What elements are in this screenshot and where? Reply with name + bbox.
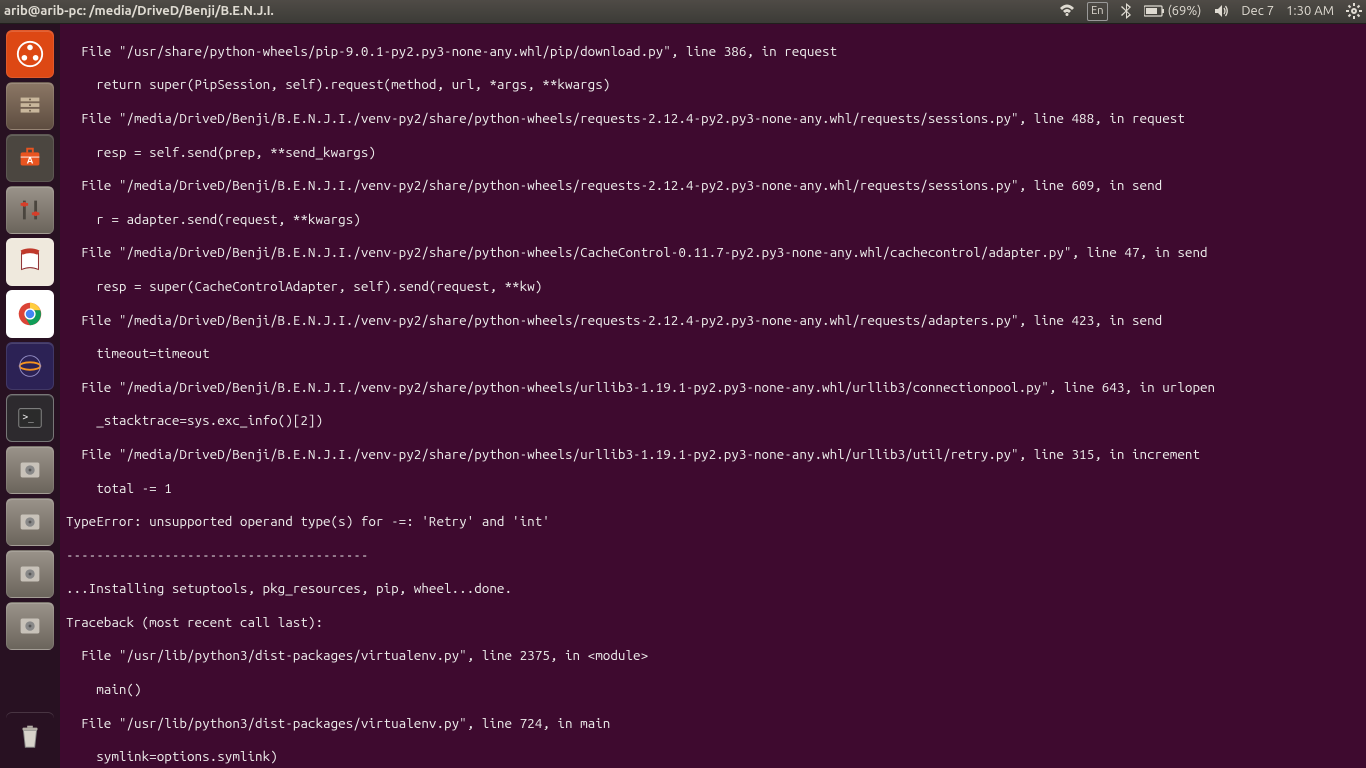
- launcher-terminal[interactable]: >_: [6, 394, 54, 442]
- trace-line: return super(PipSession, self).request(m…: [66, 76, 1360, 93]
- trace-line: resp = self.send(prep, **send_kwargs): [66, 144, 1360, 161]
- trace-line: symlink=options.symlink): [66, 748, 1360, 765]
- time-indicator[interactable]: 1:30 AM: [1286, 3, 1334, 20]
- trace-line: File "/usr/lib/python3/dist-packages/vir…: [66, 647, 1360, 664]
- trace-line: r = adapter.send(request, **kwargs): [66, 211, 1360, 228]
- gear-icon[interactable]: [1346, 3, 1362, 19]
- svg-text:>_: >_: [23, 412, 35, 423]
- trace-line: File "/media/DriveD/Benji/B.E.N.J.I./ven…: [66, 446, 1360, 463]
- trace-line: main(): [66, 681, 1360, 698]
- trace-line: total -= 1: [66, 480, 1360, 497]
- indicator-area: En (69%) Dec 7 1:30 AM: [1059, 2, 1362, 21]
- launcher-files[interactable]: [6, 82, 54, 130]
- trace-line: ----------------------------------------: [66, 547, 1360, 564]
- trace-line: File "/media/DriveD/Benji/B.E.N.J.I./ven…: [66, 379, 1360, 396]
- trace-line: TypeError: unsupported operand type(s) f…: [66, 513, 1360, 530]
- trace-line: _stacktrace=sys.exc_info()[2]): [66, 412, 1360, 429]
- trace-line: timeout=timeout: [66, 345, 1360, 362]
- top-menubar: arib@arib-pc: /media/DriveD/Benji/B.E.N.…: [0, 0, 1366, 24]
- launcher-disk4[interactable]: [6, 602, 54, 650]
- launcher-docs[interactable]: [6, 238, 54, 286]
- trace-line: Traceback (most recent call last):: [66, 614, 1360, 631]
- battery-indicator[interactable]: (69%): [1144, 3, 1202, 20]
- launcher-settings[interactable]: [6, 186, 54, 234]
- trace-line: File "/media/DriveD/Benji/B.E.N.J.I./ven…: [66, 312, 1360, 329]
- terminal-content[interactable]: File "/usr/share/python-wheels/pip-9.0.1…: [60, 24, 1366, 768]
- trace-line: resp = super(CacheControlAdapter, self).…: [66, 278, 1360, 295]
- bluetooth-icon[interactable]: [1120, 3, 1132, 19]
- unity-launcher: A >_: [0, 24, 60, 768]
- launcher-trash[interactable]: [6, 712, 54, 760]
- trace-line: File "/usr/share/python-wheels/pip-9.0.1…: [66, 43, 1360, 60]
- lang-indicator[interactable]: En: [1087, 2, 1107, 21]
- date-indicator[interactable]: Dec 7: [1241, 3, 1274, 20]
- wifi-icon[interactable]: [1059, 3, 1075, 19]
- trace-line: File "/usr/lib/python3/dist-packages/vir…: [66, 715, 1360, 732]
- launcher-eclipse[interactable]: [6, 342, 54, 390]
- trace-line: ...Installing setuptools, pkg_resources,…: [66, 580, 1360, 597]
- trace-line: File "/media/DriveD/Benji/B.E.N.J.I./ven…: [66, 110, 1360, 127]
- launcher-disk3[interactable]: [6, 550, 54, 598]
- trace-line: File "/media/DriveD/Benji/B.E.N.J.I./ven…: [66, 177, 1360, 194]
- window-title: arib@arib-pc: /media/DriveD/Benji/B.E.N.…: [4, 3, 1059, 20]
- svg-text:A: A: [27, 156, 34, 166]
- sound-icon[interactable]: [1213, 3, 1229, 19]
- launcher-software[interactable]: A: [6, 134, 54, 182]
- launcher-disk1[interactable]: [6, 446, 54, 494]
- launcher-dash[interactable]: [6, 30, 54, 78]
- launcher-chrome[interactable]: [6, 290, 54, 338]
- trace-line: File "/media/DriveD/Benji/B.E.N.J.I./ven…: [66, 244, 1360, 261]
- launcher-disk2[interactable]: [6, 498, 54, 546]
